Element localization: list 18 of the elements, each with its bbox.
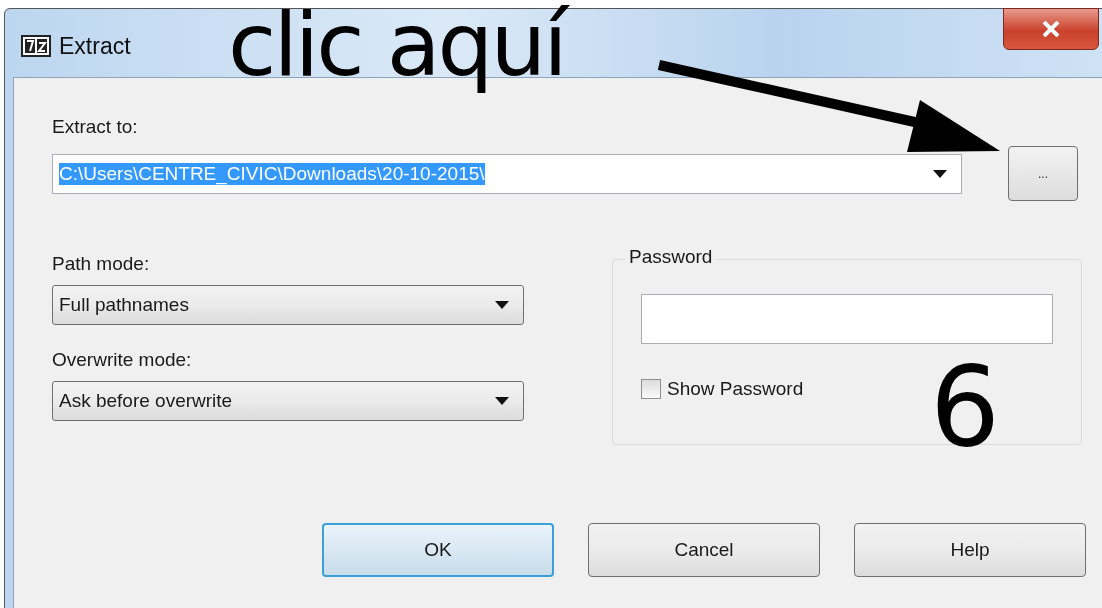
overwrite-mode-dropdown[interactable]: Ask before overwrite (52, 381, 524, 421)
password-field[interactable] (641, 294, 1053, 344)
dialog-button[interactable]: OK (322, 523, 554, 577)
browse-button[interactable]: ... (1008, 146, 1078, 201)
close-button[interactable] (1003, 8, 1099, 50)
caret-icon (495, 397, 509, 405)
close-icon (1041, 21, 1061, 37)
field-label: Overwrite mode: (52, 349, 193, 371)
caret-icon (495, 301, 509, 309)
app-icon (21, 35, 51, 57)
window-title: Extract (59, 33, 131, 60)
caret-icon (933, 169, 947, 178)
dialog-button[interactable]: Help (854, 523, 1086, 577)
field-label: Extract to: (52, 116, 139, 138)
dialog-button[interactable]: Cancel (588, 523, 820, 577)
path-mode-dropdown[interactable]: Full pathnames (52, 285, 524, 325)
field-label: Path mode: (52, 253, 151, 275)
annotation-number: 6 (930, 352, 1000, 462)
